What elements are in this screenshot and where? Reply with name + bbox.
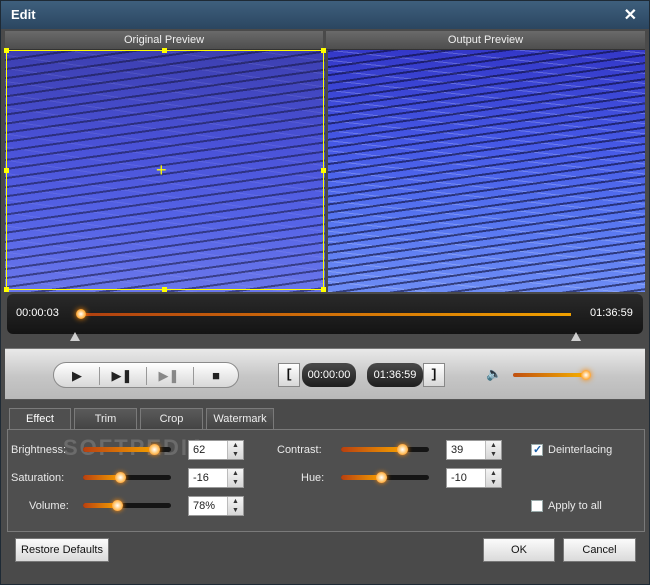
hue-value: -10	[451, 472, 467, 484]
clip-icon[interactable]: ▶❚	[151, 366, 187, 386]
dialog-title: Edit	[11, 7, 36, 22]
contrast-knob[interactable]	[396, 444, 408, 455]
up-arrow-icon[interactable]: ▲	[486, 441, 501, 450]
contrast-label: Contrast:	[277, 444, 322, 456]
down-arrow-icon[interactable]: ▼	[228, 506, 243, 515]
down-arrow-icon[interactable]: ▼	[228, 478, 243, 487]
crop-handle-right[interactable]	[321, 168, 326, 173]
crop-handle-top[interactable]	[162, 48, 167, 53]
contrast-arrows[interactable]: ▲ ▼	[485, 441, 501, 459]
volume-spinner[interactable]: 78% ▲ ▼	[188, 496, 244, 516]
trim-start-marker[interactable]	[70, 332, 80, 341]
volume-value: 78%	[193, 500, 216, 512]
tab-effect[interactable]: Effect	[9, 408, 71, 430]
brightness-value: 62	[193, 444, 206, 456]
saturation-label: Saturation:	[11, 472, 65, 484]
stop-icon[interactable]: ■	[198, 366, 234, 386]
apply-to-all-checkbox[interactable]	[531, 500, 543, 512]
tab-watermark[interactable]: Watermark	[206, 408, 274, 430]
set-end-button[interactable]: ]	[423, 363, 445, 387]
edit-dialog: Edit ✕ Original Preview Output Preview +…	[0, 0, 650, 585]
trim-end-marker[interactable]	[571, 332, 581, 341]
set-start-button[interactable]: [	[278, 363, 300, 387]
contrast-slider[interactable]	[341, 444, 429, 455]
crop-handle-top-right[interactable]	[321, 48, 326, 53]
hue-label: Hue:	[301, 472, 325, 484]
brightness-spinner[interactable]: 62 ▲ ▼	[188, 440, 244, 460]
brightness-slider[interactable]	[83, 444, 171, 455]
transport-group: ▶ ▶❚ ▶❚ ■	[53, 362, 239, 388]
cancel-button[interactable]: Cancel	[563, 538, 636, 562]
output-video-frame	[328, 50, 645, 292]
restore-defaults-button[interactable]: Restore Defaults	[15, 538, 109, 562]
brightness-label: Brightness:	[11, 444, 67, 456]
down-arrow-icon[interactable]: ▼	[228, 450, 243, 459]
brightness-arrows[interactable]: ▲ ▼	[227, 441, 243, 459]
up-arrow-icon[interactable]: ▲	[486, 469, 501, 478]
saturation-knob[interactable]	[114, 472, 126, 483]
volume-label: Volume:	[29, 500, 69, 512]
tab-crop[interactable]: Crop	[140, 408, 203, 430]
apply-to-all-label[interactable]: Apply to all	[548, 500, 602, 512]
deinterlacing-checkbox[interactable]	[531, 443, 543, 456]
hue-spinner[interactable]: -10 ▲ ▼	[446, 468, 502, 488]
step-forward-icon[interactable]: ▶❚	[104, 366, 140, 386]
title-bar: Edit ✕	[1, 1, 649, 29]
hue-slider[interactable]	[341, 472, 429, 483]
divider	[146, 367, 147, 385]
down-arrow-icon[interactable]: ▼	[486, 450, 501, 459]
saturation-spinner[interactable]: -16 ▲ ▼	[188, 468, 244, 488]
volume-adjust-slider[interactable]	[83, 500, 171, 511]
crop-handle-bottom-right[interactable]	[321, 287, 326, 292]
divider	[99, 367, 100, 385]
up-arrow-icon[interactable]: ▲	[228, 441, 243, 450]
crosshair-icon: +	[156, 160, 167, 180]
up-arrow-icon[interactable]: ▲	[228, 497, 243, 506]
hue-knob[interactable]	[375, 472, 387, 483]
divider	[193, 367, 194, 385]
volume-slider[interactable]	[513, 373, 586, 377]
volume-arrows[interactable]: ▲ ▼	[227, 497, 243, 515]
output-preview	[328, 50, 645, 292]
saturation-value: -16	[193, 472, 209, 484]
clip-start-time: 00:00:00	[302, 363, 356, 387]
ok-button[interactable]: OK	[483, 538, 555, 562]
contrast-value: 39	[451, 444, 464, 456]
hue-arrows[interactable]: ▲ ▼	[485, 469, 501, 487]
playhead-knob[interactable]	[76, 309, 86, 319]
crop-handle-bottom[interactable]	[162, 287, 167, 292]
deinterlacing-label[interactable]: Deinterlacing	[548, 444, 612, 456]
crop-handle-top-left[interactable]	[4, 48, 9, 53]
down-arrow-icon[interactable]: ▼	[486, 478, 501, 487]
crop-handle-bottom-left[interactable]	[4, 287, 9, 292]
timeline-track[interactable]	[81, 313, 571, 316]
contrast-spinner[interactable]: 39 ▲ ▼	[446, 440, 502, 460]
up-arrow-icon[interactable]: ▲	[228, 469, 243, 478]
saturation-arrows[interactable]: ▲ ▼	[227, 469, 243, 487]
volume-knob[interactable]	[581, 370, 591, 380]
play-icon[interactable]: ▶	[59, 366, 95, 386]
speaker-icon[interactable]: 🔈	[486, 366, 502, 382]
playback-controls: ▶ ▶❚ ▶❚ ■ [ 00:00:00 01:36:59 ] 🔈	[5, 348, 645, 400]
close-icon[interactable]: ✕	[624, 5, 637, 25]
saturation-slider[interactable]	[83, 472, 171, 483]
timeline-end-time: 01:36:59	[590, 307, 633, 319]
tab-trim[interactable]: Trim	[74, 408, 137, 430]
timeline-bar: 00:00:03 01:36:59	[7, 294, 643, 334]
clip-end-time: 01:36:59	[367, 363, 423, 387]
output-preview-header: Output Preview	[326, 31, 645, 50]
timeline-start-time: 00:00:03	[16, 307, 59, 319]
crop-handle-left[interactable]	[4, 168, 9, 173]
